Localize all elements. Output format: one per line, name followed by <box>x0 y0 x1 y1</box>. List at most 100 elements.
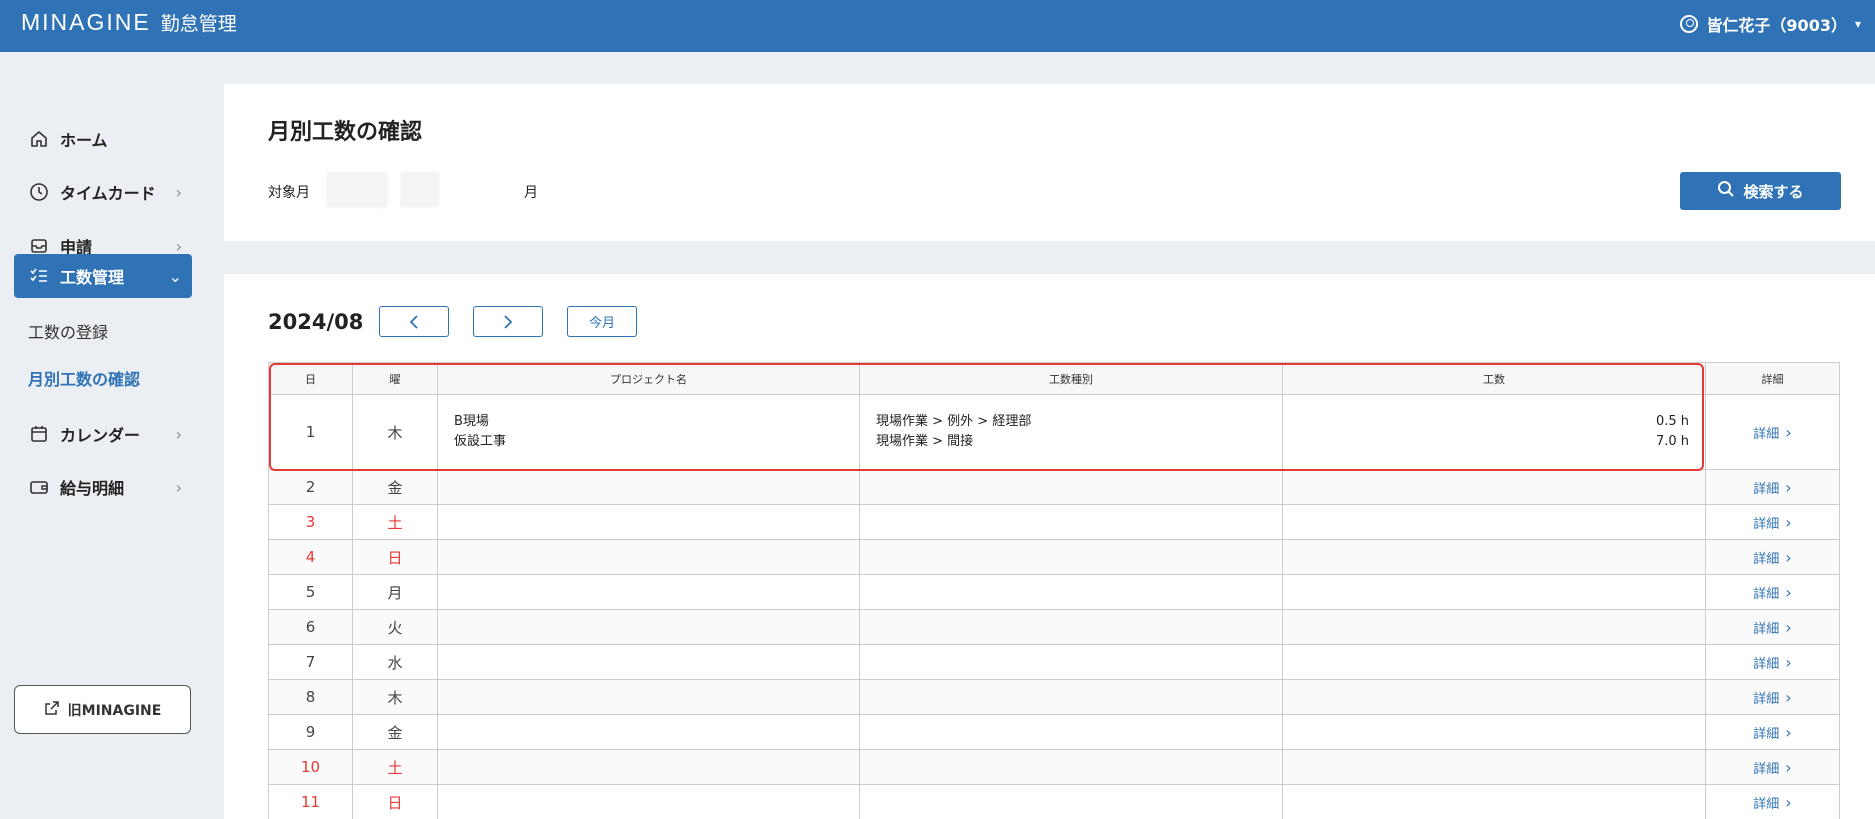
project-cell <box>437 749 860 785</box>
hours-cell: 0.5 h 7.0 h <box>1282 394 1706 470</box>
detail-link[interactable]: 詳細 › <box>1705 609 1840 645</box>
sidebar-item-timecard[interactable]: タイムカード › <box>14 170 192 214</box>
clock-icon <box>28 181 50 203</box>
weekday-cell: 土 <box>352 504 438 540</box>
column-header-day: 日 <box>268 362 353 395</box>
project-cell <box>437 469 860 505</box>
weekday-cell: 木 <box>352 394 438 470</box>
detail-link[interactable]: 詳細 › <box>1705 394 1840 470</box>
brand-name: MINAGINE <box>21 9 151 35</box>
kind-cell <box>859 504 1283 540</box>
project-cell <box>437 539 860 575</box>
app-logo[interactable]: MINAGINE 勤怠管理 <box>21 9 237 36</box>
day-cell: 1 <box>268 394 353 470</box>
weekday-cell: 金 <box>352 469 438 505</box>
sidebar-item-label: 工数管理 <box>60 268 125 287</box>
current-month-button[interactable]: 今月 <box>567 306 637 337</box>
detail-link-label: 詳細 <box>1753 426 1780 442</box>
table-row: 7 水 詳細 › <box>268 644 1840 680</box>
weekday-cell: 木 <box>352 679 438 715</box>
table-row: 9 金 詳細 › <box>268 714 1840 750</box>
search-panel: 月別工数の確認 対象月 月 検索する <box>224 84 1875 241</box>
chevron-right-icon: › <box>1785 792 1792 812</box>
year-month-display: 2024/08 <box>268 310 364 334</box>
work-kind: 現場作業 > 例外 > 経理部 <box>876 414 1032 429</box>
sidebar-item-label: 給与明細 <box>60 479 125 498</box>
detail-link[interactable]: 詳細 › <box>1705 749 1840 785</box>
sidebar-item-label: カレンダー <box>60 426 141 445</box>
day-cell: 9 <box>268 714 353 750</box>
detail-link[interactable]: 詳細 › <box>1705 574 1840 610</box>
chevron-right-icon: › <box>175 477 182 497</box>
table-row: 8 木 詳細 › <box>268 679 1840 715</box>
kind-cell <box>859 679 1283 715</box>
table-header-row: 日 曜 プロジェクト名 工数種別 工数 詳細 <box>268 362 1840 395</box>
hours-cell <box>1282 644 1706 680</box>
detail-link[interactable]: 詳細 › <box>1705 679 1840 715</box>
detail-link[interactable]: 詳細 › <box>1705 504 1840 540</box>
sidebar-item-workhours[interactable]: 工数管理 ⌄ <box>14 254 192 298</box>
column-header-detail: 詳細 <box>1705 362 1840 395</box>
table-row: 2 金 詳細 › <box>268 469 1840 505</box>
day-cell: 10 <box>268 749 353 785</box>
project-name: 仮設工事 <box>454 434 507 449</box>
search-button[interactable]: 検索する <box>1680 172 1841 210</box>
old-minagine-button[interactable]: 旧MINAGINE <box>14 685 191 734</box>
sidebar: ホーム タイムカード › 申請 › 工数管理 ⌄ 工数の登録 月別工数の確認 カ… <box>0 52 210 819</box>
detail-link-label: 詳細 <box>1753 551 1780 567</box>
sidebar-subitem-monthly[interactable]: 月別工数の確認 <box>28 366 140 390</box>
detail-link-label: 詳細 <box>1753 761 1780 777</box>
page-title: 月別工数の確認 <box>268 120 423 145</box>
search-icon <box>1717 180 1735 202</box>
project-cell <box>437 504 860 540</box>
weekday-cell: 火 <box>352 609 438 645</box>
chevron-right-icon: › <box>175 424 182 444</box>
detail-link[interactable]: 詳細 › <box>1705 644 1840 680</box>
kind-cell <box>859 469 1283 505</box>
user-menu[interactable]: 皆仁花子（9003） ▾ <box>1680 12 1861 36</box>
next-month-button[interactable] <box>473 306 543 337</box>
sidebar-item-label: タイムカード <box>60 184 156 203</box>
kind-cell <box>859 539 1283 575</box>
detail-link[interactable]: 詳細 › <box>1705 714 1840 750</box>
sidebar-item-home[interactable]: ホーム <box>14 117 192 161</box>
weekday-cell: 水 <box>352 644 438 680</box>
day-cell: 3 <box>268 504 353 540</box>
kind-cell <box>859 644 1283 680</box>
chevron-right-icon <box>504 314 513 329</box>
day-cell: 6 <box>268 609 353 645</box>
prev-month-button[interactable] <box>379 306 449 337</box>
column-header-project: プロジェクト名 <box>437 362 860 395</box>
project-cell <box>437 644 860 680</box>
day-cell: 7 <box>268 644 353 680</box>
weekday-cell: 日 <box>352 784 438 819</box>
day-cell: 8 <box>268 679 353 715</box>
chevron-right-icon: › <box>1785 757 1792 777</box>
detail-link[interactable]: 詳細 › <box>1705 784 1840 819</box>
detail-link[interactable]: 詳細 › <box>1705 469 1840 505</box>
search-button-label: 検索する <box>1743 182 1804 201</box>
hours-value: 0.5 h <box>1655 414 1689 429</box>
kind-cell <box>859 714 1283 750</box>
wallet-icon <box>28 476 50 498</box>
results-panel: 2024/08 今月 日 曜 プロジェクト名 工数種別 工数 詳細 1 木 B現場仮… <box>224 274 1875 819</box>
chevron-right-icon: › <box>1785 547 1792 567</box>
day-cell: 11 <box>268 784 353 819</box>
kind-cell <box>859 574 1283 610</box>
month-select[interactable] <box>400 172 440 208</box>
detail-link[interactable]: 詳細 › <box>1705 539 1840 575</box>
app-name: 勤怠管理 <box>160 13 237 35</box>
top-header: MINAGINE 勤怠管理 皆仁花子（9003） ▾ <box>0 0 1875 52</box>
year-select[interactable] <box>326 172 388 208</box>
month-suffix: 月 <box>524 185 538 201</box>
sidebar-subitem-register[interactable]: 工数の登録 <box>28 319 108 343</box>
chevron-right-icon: › <box>175 182 182 202</box>
hours-cell <box>1282 539 1706 575</box>
detail-link-label: 詳細 <box>1753 656 1780 672</box>
sidebar-item-calendar[interactable]: カレンダー › <box>14 412 192 456</box>
kind-cell: 現場作業 > 例外 > 経理部 現場作業 > 間接 <box>859 394 1283 470</box>
table-row: 5 月 詳細 › <box>268 574 1840 610</box>
kind-cell <box>859 749 1283 785</box>
sidebar-item-payslip[interactable]: 給与明細 › <box>14 465 192 509</box>
target-month-label: 対象月 <box>268 185 310 201</box>
